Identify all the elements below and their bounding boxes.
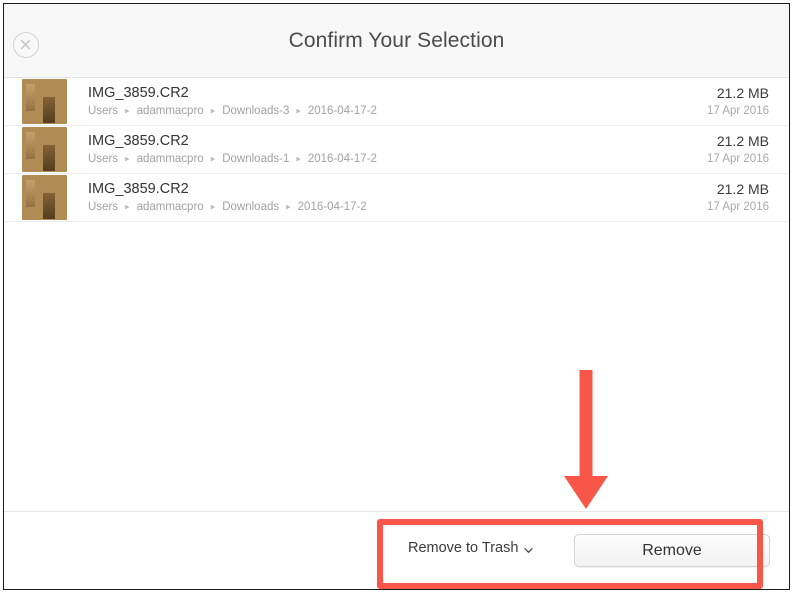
file-meta: 21.2 MB 17 Apr 2016 (693, 180, 769, 215)
selected-files-list: IMG_3859.CR2 Users ▸ adammacpro ▸ Downlo… (4, 78, 789, 511)
file-info: IMG_3859.CR2 Users ▸ adammacpro ▸ Downlo… (67, 132, 693, 167)
breadcrumb-separator-icon: ▸ (125, 105, 130, 116)
breadcrumb: Users ▸ adammacpro ▸ Downloads-1 ▸ 2016-… (88, 152, 693, 167)
photo-thumbnail (22, 175, 67, 220)
breadcrumb-separator-icon: ▸ (125, 201, 130, 212)
file-date: 17 Apr 2016 (706, 153, 769, 165)
breadcrumb-segment: adammacpro (136, 153, 204, 165)
file-name: IMG_3859.CR2 (88, 181, 189, 197)
breadcrumb-separator-icon: ▸ (210, 201, 216, 212)
table-row[interactable]: IMG_3859.CR2 Users ▸ adammacpro ▸ Downlo… (4, 78, 789, 126)
file-meta: 21.2 MB 17 Apr 2016 (693, 132, 769, 167)
breadcrumb: Users ▸ adammacpro ▸ Downloads ▸ 2016-04… (88, 200, 693, 215)
file-meta: 21.2 MB 17 Apr 2016 (693, 84, 769, 119)
file-date: 17 Apr 2016 (706, 201, 769, 213)
breadcrumb-segment: adammacpro (136, 105, 204, 117)
table-row[interactable]: IMG_3859.CR2 Users ▸ adammacpro ▸ Downlo… (4, 174, 789, 222)
file-size: 21.2 MB (716, 85, 769, 101)
breadcrumb-segment: Downloads-1 (222, 153, 290, 165)
remove-button[interactable]: Remove (574, 534, 770, 567)
file-info: IMG_3859.CR2 Users ▸ adammacpro ▸ Downlo… (67, 180, 693, 215)
breadcrumb-separator-icon: ▸ (210, 105, 216, 116)
breadcrumb-segment: adammacpro (136, 201, 204, 213)
file-size: 21.2 MB (716, 181, 769, 197)
chevron-down-icon (524, 543, 533, 553)
file-name: IMG_3859.CR2 (88, 85, 189, 101)
breadcrumb-separator-icon: ▸ (286, 201, 291, 212)
breadcrumb-segment: 2016-04-17-2 (307, 153, 377, 165)
remove-action-dropdown-label: Remove to Trash (408, 540, 519, 556)
breadcrumb-segment: 2016-04-17-2 (297, 201, 367, 213)
window-titlebar: Confirm Your Selection (4, 4, 789, 78)
breadcrumb: Users ▸ adammacpro ▸ Downloads-3 ▸ 2016-… (88, 104, 693, 119)
photo-thumbnail (22, 79, 67, 124)
file-size: 21.2 MB (716, 133, 769, 149)
confirm-selection-window: Confirm Your Selection IMG_3859.CR2 User… (3, 3, 790, 590)
breadcrumb-separator-icon: ▸ (210, 153, 216, 164)
file-date: 17 Apr 2016 (706, 105, 769, 117)
breadcrumb-segment: 2016-04-17-2 (307, 105, 377, 117)
breadcrumb-separator-icon: ▸ (125, 153, 130, 164)
breadcrumb-segment: Downloads (222, 201, 280, 213)
remove-action-dropdown[interactable]: Remove to Trash (408, 540, 533, 556)
breadcrumb-segment: Users (88, 153, 119, 165)
breadcrumb-separator-icon: ▸ (296, 105, 301, 116)
breadcrumb-segment: Users (88, 105, 119, 117)
breadcrumb-segment: Downloads-3 (222, 105, 290, 117)
page-title: Confirm Your Selection (288, 29, 505, 52)
dialog-bottom-bar: Remove to Trash Remove (4, 511, 789, 589)
file-name: IMG_3859.CR2 (88, 133, 189, 149)
breadcrumb-separator-icon: ▸ (296, 153, 301, 164)
photo-thumbnail (22, 127, 67, 172)
table-row[interactable]: IMG_3859.CR2 Users ▸ adammacpro ▸ Downlo… (4, 126, 789, 174)
file-info: IMG_3859.CR2 Users ▸ adammacpro ▸ Downlo… (67, 84, 693, 119)
breadcrumb-segment: Users (88, 201, 119, 213)
screenshot-root: Confirm Your Selection IMG_3859.CR2 User… (0, 0, 802, 602)
